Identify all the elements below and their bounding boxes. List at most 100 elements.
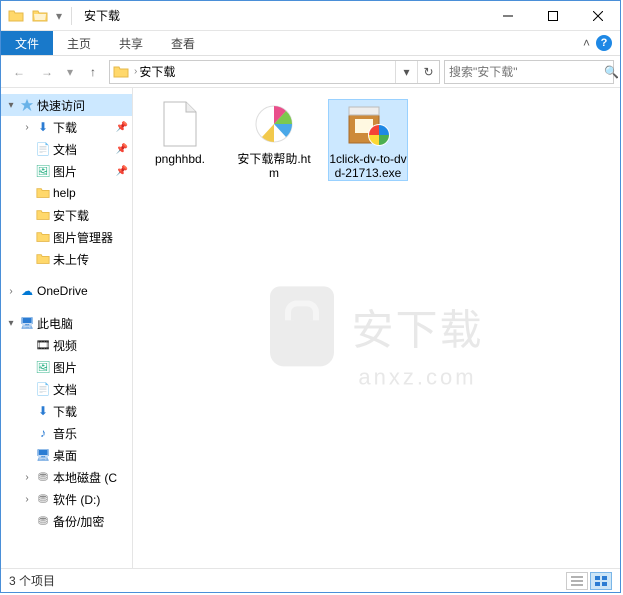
- chevron-right-icon[interactable]: ›: [132, 66, 139, 77]
- sidebar-item-label: 此电脑: [37, 315, 73, 332]
- address-bar[interactable]: › 安下载 ▾ ↻: [109, 60, 440, 84]
- file-label: 1click-dv-to-dvd-21713.exe: [329, 152, 407, 180]
- pictures-icon: 🖼: [35, 163, 51, 179]
- pin-icon: 📌: [116, 166, 128, 177]
- pin-icon: 📌: [116, 122, 128, 133]
- sidebar-soft-d[interactable]: ›⛃软件 (D:): [1, 488, 132, 510]
- sidebar-local-disk-c[interactable]: ›⛃本地磁盘 (C: [1, 466, 132, 488]
- help-icon[interactable]: ?: [596, 35, 612, 51]
- chevron-right-icon[interactable]: ›: [21, 122, 33, 133]
- view-details-button[interactable]: [566, 572, 588, 590]
- sidebar-item-label: 下载: [53, 403, 77, 420]
- pc-icon: 🖥: [19, 315, 35, 331]
- video-icon: 🎞: [35, 337, 51, 353]
- onedrive-icon: ☁: [19, 283, 35, 299]
- refresh-button[interactable]: ↻: [417, 61, 439, 83]
- file-label: 安下载帮助.htm: [235, 152, 313, 180]
- sidebar-item-label: 音乐: [53, 425, 77, 442]
- file-htm-icon: [250, 100, 298, 148]
- sidebar-downloads[interactable]: › ⬇ 下载 📌: [1, 116, 132, 138]
- view-icons-button[interactable]: [590, 572, 612, 590]
- sidebar-backup[interactable]: ⛃备份/加密: [1, 510, 132, 532]
- folder-open-icon[interactable]: [29, 5, 51, 27]
- navbar: ← → ▾ ↑ › 安下载 ▾ ↻ 🔍: [1, 56, 620, 88]
- ribbon-tabs: 文件 主页 共享 查看 ˄ ?: [1, 31, 620, 56]
- sidebar-item-label: 桌面: [53, 447, 77, 464]
- sidebar-item-label: 文档: [53, 141, 77, 158]
- ribbon-collapse-icon[interactable]: ˄: [583, 36, 590, 50]
- sidebar-quick-access[interactable]: ▾ 快速访问: [1, 94, 132, 116]
- tab-view[interactable]: 查看: [157, 31, 209, 55]
- sidebar-desktop[interactable]: 🖥桌面: [1, 444, 132, 466]
- chevron-right-icon[interactable]: ›: [5, 286, 17, 297]
- chevron-down-icon[interactable]: ▾: [5, 100, 17, 111]
- sidebar-item-label: 安下载: [53, 207, 89, 224]
- sidebar-videos[interactable]: 🎞视频: [1, 334, 132, 356]
- tab-home[interactable]: 主页: [53, 31, 105, 55]
- nav-recent-dropdown[interactable]: ▾: [63, 60, 77, 84]
- desktop-icon: 🖥: [35, 447, 51, 463]
- folder-icon: [35, 229, 51, 245]
- chevron-right-icon[interactable]: ›: [21, 494, 33, 505]
- sidebar-not-uploaded[interactable]: 未上传: [1, 248, 132, 270]
- folder-icon[interactable]: [5, 5, 27, 27]
- sidebar-onedrive[interactable]: › ☁ OneDrive: [1, 280, 132, 302]
- chevron-right-icon[interactable]: ›: [21, 472, 33, 483]
- nav-up-button[interactable]: ↑: [81, 60, 105, 84]
- watermark: 安下载 anxz.com: [269, 286, 483, 390]
- tab-file[interactable]: 文件: [1, 31, 53, 55]
- sidebar-item-label: 软件 (D:): [53, 491, 100, 508]
- search-box[interactable]: 🔍: [444, 60, 614, 84]
- folder-icon: [35, 185, 51, 201]
- sidebar-pictures[interactable]: 🖼 图片 📌: [1, 160, 132, 182]
- download-icon: ⬇: [35, 119, 51, 135]
- minimize-button[interactable]: [485, 1, 530, 30]
- sidebar-item-label: 视频: [53, 337, 77, 354]
- drive-icon: ⛃: [35, 513, 51, 529]
- sidebar-pic-manager[interactable]: 图片管理器: [1, 226, 132, 248]
- sidebar-downloads2[interactable]: ⬇下载: [1, 400, 132, 422]
- sidebar-item-label: 下载: [53, 119, 77, 136]
- chevron-down-icon[interactable]: ▾: [5, 318, 17, 329]
- sidebar-item-label: 快速访问: [37, 97, 85, 114]
- document-icon: 📄: [35, 381, 51, 397]
- sidebar-this-pc[interactable]: ▾ 🖥 此电脑: [1, 312, 132, 334]
- sidebar-anxiazai[interactable]: 安下载: [1, 204, 132, 226]
- file-label: pnghhbd.: [155, 152, 205, 166]
- sidebar-music[interactable]: ♪音乐: [1, 422, 132, 444]
- file-blank-icon: [156, 100, 204, 148]
- file-item[interactable]: pnghhbd.: [141, 100, 219, 166]
- sidebar-item-label: 未上传: [53, 251, 89, 268]
- search-icon[interactable]: 🔍: [604, 65, 619, 79]
- drive-icon: ⛃: [35, 491, 51, 507]
- file-item[interactable]: 安下载帮助.htm: [235, 100, 313, 180]
- pin-icon: 📌: [116, 144, 128, 155]
- tab-share[interactable]: 共享: [105, 31, 157, 55]
- folder-icon: [110, 61, 132, 83]
- sidebar-item-label: help: [53, 186, 76, 200]
- sidebar-item-label: OneDrive: [37, 284, 88, 298]
- sidebar-documents[interactable]: 📄 文档 📌: [1, 138, 132, 160]
- file-item[interactable]: 1click-dv-to-dvd-21713.exe: [329, 100, 407, 180]
- search-input[interactable]: [449, 65, 604, 79]
- nav-back-button[interactable]: ←: [7, 60, 31, 84]
- sidebar-pictures2[interactable]: 🖼图片: [1, 356, 132, 378]
- sidebar-help[interactable]: help: [1, 182, 132, 204]
- address-dropdown-icon[interactable]: ▾: [395, 61, 417, 83]
- navigation-pane[interactable]: ▾ 快速访问 › ⬇ 下载 📌 📄 文档 📌 🖼 图片 📌: [1, 88, 133, 568]
- window-title: 安下载: [84, 7, 120, 24]
- sidebar-item-label: 备份/加密: [53, 513, 104, 530]
- close-button[interactable]: [575, 1, 620, 30]
- sidebar-documents2[interactable]: 📄文档: [1, 378, 132, 400]
- pictures-icon: 🖼: [35, 359, 51, 375]
- download-icon: ⬇: [35, 403, 51, 419]
- breadcrumb-item[interactable]: 安下载: [139, 63, 175, 80]
- maximize-button[interactable]: [530, 1, 575, 30]
- star-icon: [19, 97, 35, 113]
- file-exe-installer-icon: [344, 100, 392, 148]
- folder-icon: [35, 207, 51, 223]
- qat-dropdown-icon[interactable]: ▾: [53, 5, 65, 27]
- titlebar: ▾ 安下载: [1, 1, 620, 31]
- file-list-pane[interactable]: 安下载 anxz.com pnghhbd. 安下载帮助.htm: [133, 88, 620, 568]
- nav-forward-button[interactable]: →: [35, 60, 59, 84]
